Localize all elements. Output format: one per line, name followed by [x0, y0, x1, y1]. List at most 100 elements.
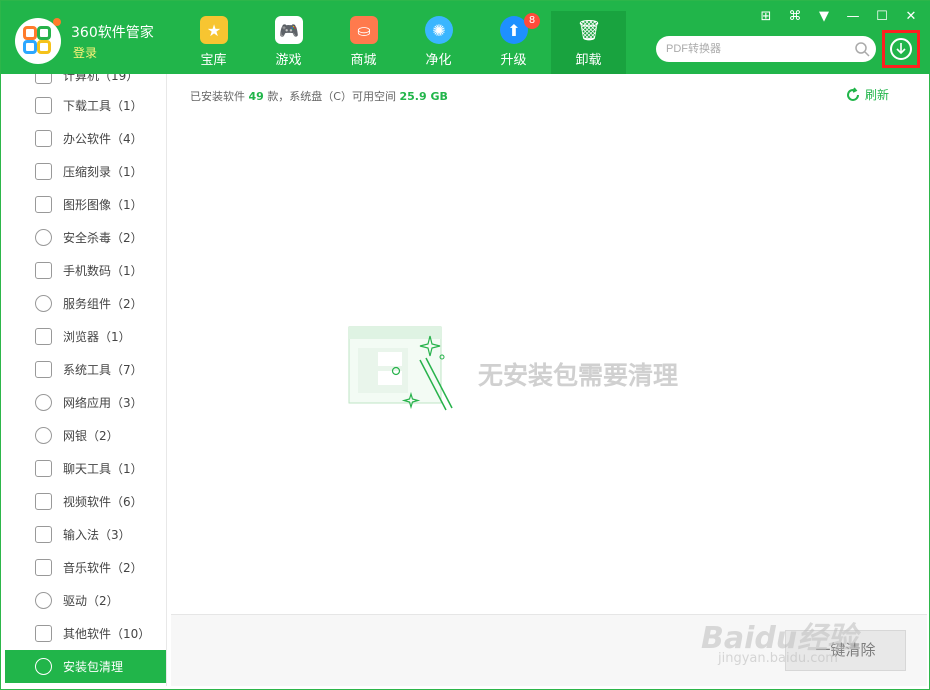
- maximize-icon[interactable]: ☐: [872, 7, 892, 27]
- update-count-badge: 8: [524, 13, 540, 29]
- sidebar-item-label: 图形图像（1）: [63, 198, 143, 212]
- nav-tab-4[interactable]: ⬆ 升级 8: [476, 11, 551, 74]
- logo-petal: [23, 40, 37, 54]
- one-click-clean-button[interactable]: 一键清除: [785, 630, 906, 671]
- sidebar-item-label: 办公软件（4）: [63, 132, 143, 146]
- chat-icon: [35, 460, 52, 477]
- sidebar-item-1[interactable]: 下载工具（1）: [5, 89, 166, 122]
- sidebar-item-4[interactable]: 图形图像（1）: [5, 188, 166, 221]
- star-icon: [35, 295, 52, 312]
- refresh-icon: [847, 86, 859, 101]
- summary-mid: 款，系统盘（C）可用空间: [267, 90, 396, 103]
- download-manager-button[interactable]: [882, 30, 920, 68]
- login-link[interactable]: 登录: [73, 44, 97, 61]
- app-grid-icon[interactable]: ⌘: [785, 7, 805, 27]
- empty-box-illustration: [348, 326, 453, 411]
- sidebar-item-15[interactable]: 音乐软件（2）: [5, 551, 166, 584]
- sidebar-item-label: 安全杀毒（2）: [63, 231, 143, 245]
- nav-tab-label: 商城: [350, 53, 377, 68]
- refresh-label: 刷新: [865, 88, 890, 102]
- window-controls: ⊞ ⌘ ▼ — ☐ ✕: [756, 7, 921, 27]
- video-icon: [35, 493, 52, 510]
- sidebar-item-5[interactable]: 安全杀毒（2）: [5, 221, 166, 254]
- sidebar-item-11[interactable]: 网银（2）: [5, 419, 166, 452]
- sidebar-item-13[interactable]: 视频软件（6）: [5, 485, 166, 518]
- sidebar-item-9[interactable]: 系统工具（7）: [5, 353, 166, 386]
- menu-icon[interactable]: ▼: [814, 7, 834, 27]
- refresh-button[interactable]: 刷新: [845, 86, 889, 103]
- close-icon[interactable]: ✕: [901, 7, 921, 27]
- shopping-bag-icon: ⛀: [350, 16, 378, 44]
- app-name: 360软件管家: [71, 25, 154, 41]
- installed-count: 49: [248, 90, 264, 103]
- sidebar-item-label: 系统工具（7）: [63, 363, 143, 377]
- sidebar-item-label: 音乐软件（2）: [63, 561, 143, 575]
- sidebar-item-17[interactable]: 其他软件（10）: [5, 617, 166, 650]
- minimize-icon[interactable]: —: [843, 7, 863, 27]
- sidebar-item-18[interactable]: 安装包清理: [5, 650, 166, 683]
- install-summary: 已安装软件 49 款，系统盘（C）可用空间 25.9 GB: [190, 88, 448, 104]
- star-icon: [35, 658, 52, 675]
- sidebar-item-label: 压缩刻录（1）: [63, 165, 143, 179]
- sidebar-item-12[interactable]: 聊天工具（1）: [5, 452, 166, 485]
- nav-tab-0[interactable]: ★ 宝库: [176, 11, 251, 74]
- grid-icon: [35, 361, 52, 378]
- sidebar-item-10[interactable]: 网络应用（3）: [5, 386, 166, 419]
- star-icon: [35, 427, 52, 444]
- nav-tab-label: 游戏: [275, 53, 302, 68]
- calculator-icon: [35, 74, 52, 84]
- sidebar-item-label: 服务组件（2）: [63, 297, 143, 311]
- music-icon: [35, 559, 52, 576]
- logo-dot: [53, 18, 61, 26]
- shield-icon: [35, 229, 52, 246]
- sidebar-item-label: 其他软件（10）: [63, 627, 151, 641]
- free-space: 25.9 GB: [399, 90, 448, 103]
- sidebar-item-label: 手机数码（1）: [63, 264, 143, 278]
- search-input[interactable]: [666, 40, 846, 58]
- sidebar-item-7[interactable]: 服务组件（2）: [5, 287, 166, 320]
- summary-prefix: 已安装软件: [190, 90, 245, 103]
- sidebar-item-label: 下载工具（1）: [63, 99, 143, 113]
- sidebar-item-label: 安装包清理: [63, 660, 124, 674]
- trash-icon: 🗑: [576, 18, 602, 42]
- keyboard-icon: [35, 526, 52, 543]
- sidebar-item-label: 驱动（2）: [63, 594, 119, 608]
- sidebar-item-label: 输入法（3）: [63, 528, 131, 542]
- sidebar-item-14[interactable]: 输入法（3）: [5, 518, 166, 551]
- sidebar-item-2[interactable]: 办公软件（4）: [5, 122, 166, 155]
- nav-tab-label: 宝库: [200, 53, 227, 68]
- logo-petal: [37, 40, 51, 54]
- nav-tab-label: 卸载: [575, 53, 602, 68]
- empty-message: 无安装包需要清理: [478, 361, 679, 390]
- sidebar-item-3[interactable]: 压缩刻录（1）: [5, 155, 166, 188]
- sidebar-scrollbar[interactable]: [166, 224, 167, 686]
- search-icon[interactable]: [854, 41, 870, 57]
- globe-icon: [35, 394, 52, 411]
- nav-tab-5[interactable]: 🗑 卸载: [551, 11, 626, 74]
- sidebar-item-label: 视频软件（6）: [63, 495, 143, 509]
- search-box: [656, 36, 876, 62]
- keyboard-icon: [35, 625, 52, 642]
- nav-tab-label: 升级: [500, 53, 527, 68]
- app-window: 360软件管家 登录 ★ 宝库 🎮 游戏 ⛀ 商城 ✺ 净化 ⬆ 升级 8 🗑 卸载 ⊞ ⌘ ▼ — ☐…: [0, 0, 930, 690]
- category-sidebar: 计算机（19） 下载工具（1） 办公软件（4） 压缩刻录（1） 图形图像（1） 安全杀毒（…: [5, 74, 167, 686]
- nav-tab-1[interactable]: 🎮 游戏: [251, 11, 326, 74]
- skin-icon[interactable]: ⊞: [756, 7, 776, 27]
- sidebar-item-16[interactable]: 驱动（2）: [5, 584, 166, 617]
- phone-icon: [35, 262, 52, 279]
- image-icon: [35, 196, 52, 213]
- briefcase-icon: [35, 130, 52, 147]
- gamepad-icon: 🎮: [275, 16, 303, 44]
- sidebar-item-8[interactable]: 浏览器（1）: [5, 320, 166, 353]
- nav-tab-3[interactable]: ✺ 净化: [401, 11, 476, 74]
- nav-tab-label: 净化: [425, 53, 452, 68]
- app-logo: [15, 18, 61, 64]
- star-box-icon: ★: [200, 16, 228, 44]
- nav-tab-2[interactable]: ⛀ 商城: [326, 11, 401, 74]
- main-panel: 已安装软件 49 款，系统盘（C）可用空间 25.9 GB 刷新 无安装包需要清…: [171, 74, 927, 686]
- logo-petal: [37, 26, 51, 40]
- logo-petal: [23, 26, 37, 40]
- sidebar-item-label: 浏览器（1）: [63, 330, 131, 344]
- sidebar-item-6[interactable]: 手机数码（1）: [5, 254, 166, 287]
- sidebar-item-label: 聊天工具（1）: [63, 462, 143, 476]
